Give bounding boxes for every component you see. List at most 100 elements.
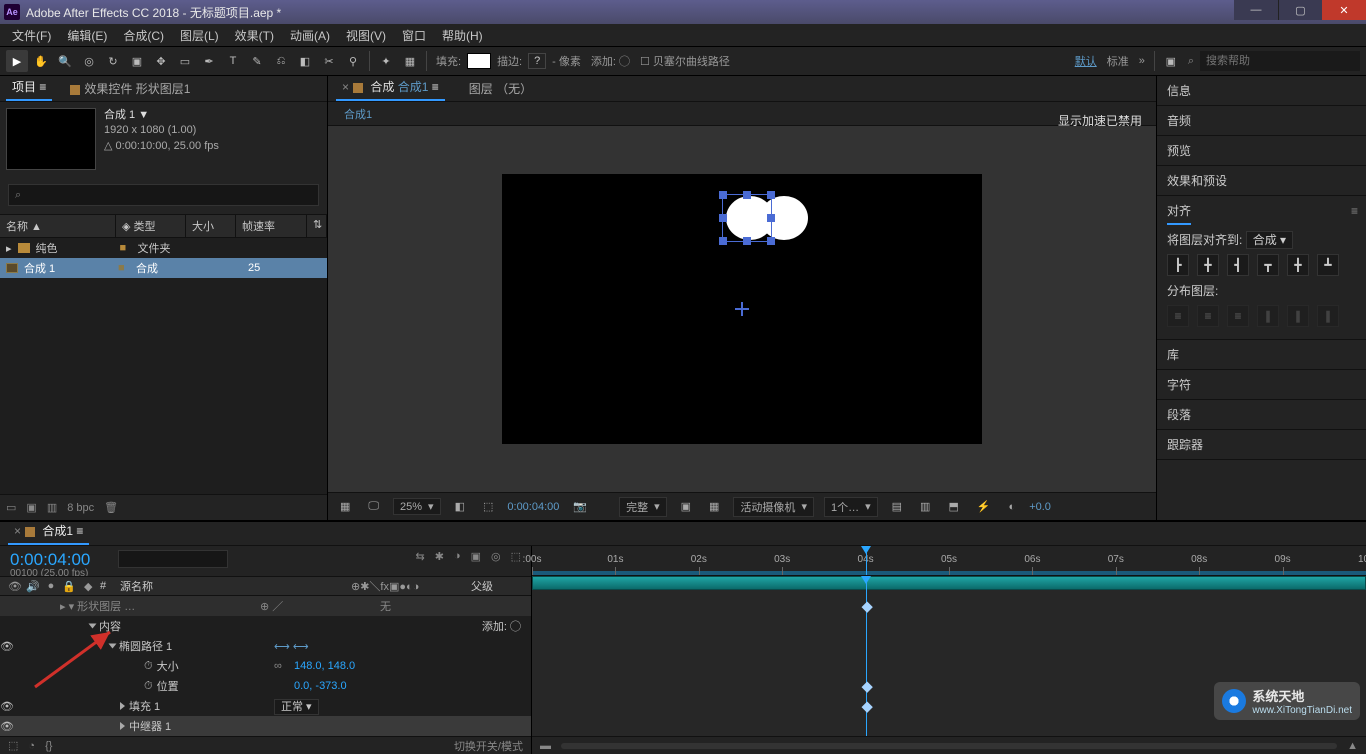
- toggle-switches[interactable]: 切换开关/模式: [454, 738, 523, 754]
- vf-exp-icon[interactable]: ◐: [1005, 500, 1020, 514]
- panel-info[interactable]: 信息: [1157, 76, 1366, 106]
- newfolder-icon[interactable]: ▥: [47, 501, 57, 514]
- menu-effect[interactable]: 效果(T): [227, 24, 282, 47]
- selection-box[interactable]: [722, 194, 772, 242]
- menu-file[interactable]: 文件(F): [4, 24, 59, 47]
- window-close[interactable]: ✕: [1322, 0, 1366, 20]
- col-audio-icon[interactable]: 🔊: [26, 580, 40, 593]
- vf-grid-icon[interactable]: ▦: [336, 499, 354, 514]
- tool-selection[interactable]: ▶: [6, 50, 28, 72]
- menu-window[interactable]: 窗口: [394, 24, 434, 47]
- tool-eraser[interactable]: ◧: [294, 50, 316, 72]
- vf-monitor-icon[interactable]: 🖵: [364, 499, 383, 514]
- align-top[interactable]: ┳: [1257, 254, 1279, 276]
- zoom-select[interactable]: 25% ▾: [393, 498, 441, 515]
- exposure-value[interactable]: +0.0: [1029, 501, 1051, 513]
- tl-toggle1-icon[interactable]: ⬚: [8, 739, 18, 752]
- window-minimize[interactable]: —: [1234, 0, 1278, 20]
- col-tag[interactable]: ◆: [84, 580, 100, 593]
- panel-tracker[interactable]: 跟踪器: [1157, 430, 1366, 460]
- panel-preview[interactable]: 预览: [1157, 136, 1366, 166]
- tab-project[interactable]: 项目 ≡: [6, 74, 52, 101]
- align-right[interactable]: ┫: [1227, 254, 1249, 276]
- tab-effectcontrols[interactable]: 效果控件 形状图层1: [64, 76, 196, 101]
- tl-zoom-in-icon[interactable]: ▲: [1347, 740, 1358, 752]
- col-lock-icon[interactable]: 🔒: [62, 580, 76, 593]
- col-tag[interactable]: ◈ 类型: [116, 215, 186, 237]
- vf-3d-icon[interactable]: ⬒: [944, 499, 962, 514]
- workspace-default[interactable]: 默认: [1075, 53, 1097, 69]
- tl-tree-icon[interactable]: ⇆: [415, 550, 424, 563]
- panel-menu-icon[interactable]: ≡: [1351, 204, 1358, 218]
- tool-puppet[interactable]: ⚲: [342, 50, 364, 72]
- vf-mask-icon[interactable]: ⬚: [479, 499, 497, 514]
- vf-timecode[interactable]: 0:00:04:00: [507, 501, 559, 513]
- project-row-comp[interactable]: 合成 1 ■ 合成 25: [0, 258, 327, 278]
- tl-search[interactable]: [118, 550, 228, 568]
- stopwatch-icon[interactable]: ⏱: [144, 680, 153, 693]
- vf-snapshot-icon[interactable]: 📷: [569, 499, 591, 514]
- tl-row-position[interactable]: ⏱ 位置 0.0, -373.0: [0, 676, 531, 696]
- col-flow-icon[interactable]: ⇅: [307, 215, 327, 237]
- tl-row-size[interactable]: ⏱ 大小 ∞ 148.0, 148.0: [0, 656, 531, 676]
- keyframe-icon[interactable]: [861, 682, 872, 693]
- menu-animation[interactable]: 动画(A): [282, 24, 338, 47]
- project-row-folder[interactable]: ▸ 纯色 ■ 文件夹: [0, 238, 327, 258]
- col-parent[interactable]: 父级: [471, 578, 531, 594]
- menu-view[interactable]: 视图(V): [338, 24, 394, 47]
- time-ruler[interactable]: :00s01s02s03s04s05s06s07s08s09s10s: [532, 546, 1366, 576]
- bezier-checkbox[interactable]: ☐ 贝塞尔曲线路径: [640, 53, 730, 69]
- workspace-standard[interactable]: 标准: [1107, 53, 1129, 69]
- bpc-label[interactable]: 8 bpc: [67, 502, 94, 514]
- comp-canvas[interactable]: [502, 174, 982, 444]
- camera-select[interactable]: 活动摄像机 ▾: [733, 497, 814, 517]
- layer-bar[interactable]: [532, 576, 1366, 590]
- project-search[interactable]: ⌕: [8, 184, 319, 206]
- tl-row-repeater[interactable]: 👁 中继器 1: [0, 716, 531, 736]
- dist-bottom[interactable]: ≡: [1227, 305, 1249, 327]
- tool-panbehind[interactable]: ✥: [150, 50, 172, 72]
- tl-blur-icon[interactable]: ◑: [454, 550, 461, 563]
- add-label[interactable]: 添加: ◯: [591, 53, 630, 69]
- dist-left[interactable]: ∥: [1257, 305, 1279, 327]
- col-solo-icon[interactable]: ●: [44, 580, 58, 593]
- newcomp-icon[interactable]: ▣: [26, 501, 36, 514]
- col-size[interactable]: 大小: [186, 215, 236, 237]
- menu-composition[interactable]: 合成(C): [115, 24, 172, 47]
- size-value[interactable]: 148.0, 148.0: [294, 660, 531, 672]
- subtab-comp1[interactable]: 合成1: [336, 106, 380, 122]
- tool-pen[interactable]: ✒: [198, 50, 220, 72]
- tool-rect[interactable]: ▭: [174, 50, 196, 72]
- vf-roi-icon[interactable]: ▣: [677, 499, 695, 514]
- panel-paragraph[interactable]: 段落: [1157, 400, 1366, 430]
- tl-shy-icon[interactable]: ✱: [435, 550, 444, 563]
- search-help-input[interactable]: [1200, 51, 1360, 71]
- eye-icon[interactable]: 👁: [0, 700, 14, 713]
- eye-icon[interactable]: 👁: [0, 640, 14, 653]
- align-to-select[interactable]: 合成 ▾: [1246, 231, 1293, 249]
- col-index[interactable]: #: [100, 580, 116, 592]
- tl-row-ellipse[interactable]: 👁 椭圆路径 1 ⟷ ⟷: [0, 636, 531, 656]
- tl-graph-icon[interactable]: ▣: [471, 550, 481, 563]
- snap-icon[interactable]: ▣: [1160, 50, 1182, 72]
- vf-guides-icon[interactable]: ▤: [888, 499, 906, 514]
- eye-icon[interactable]: 👁: [0, 720, 14, 733]
- tl-zoom-slider[interactable]: [561, 743, 1337, 749]
- window-maximize[interactable]: ▢: [1278, 0, 1322, 20]
- tool-local-axis[interactable]: ✦: [375, 50, 397, 72]
- vf-transparency-icon[interactable]: ▦: [705, 499, 723, 514]
- tab-comp-viewer[interactable]: × 合成 合成1 ≡: [336, 74, 445, 101]
- tl-row-layertop[interactable]: ▸ ▾ 形状图层 … ⊕ ／ 无: [0, 596, 531, 616]
- interpret-icon[interactable]: ▭: [6, 501, 16, 514]
- keyframe-icon[interactable]: [861, 702, 872, 713]
- align-hcenter[interactable]: ╋: [1197, 254, 1219, 276]
- tl-toggle2-icon[interactable]: ◔: [28, 740, 35, 752]
- tl-render-icon[interactable]: ⬚: [511, 550, 521, 563]
- res-select[interactable]: 完整 ▾: [619, 497, 667, 517]
- vf-channel-icon[interactable]: [601, 506, 609, 508]
- views-select[interactable]: 1个… ▾: [824, 497, 878, 517]
- anchor-point-icon[interactable]: [735, 302, 749, 316]
- panel-fxpresets[interactable]: 效果和预设: [1157, 166, 1366, 196]
- ruler-playhead[interactable]: [866, 546, 867, 575]
- comp-viewer[interactable]: [328, 126, 1156, 492]
